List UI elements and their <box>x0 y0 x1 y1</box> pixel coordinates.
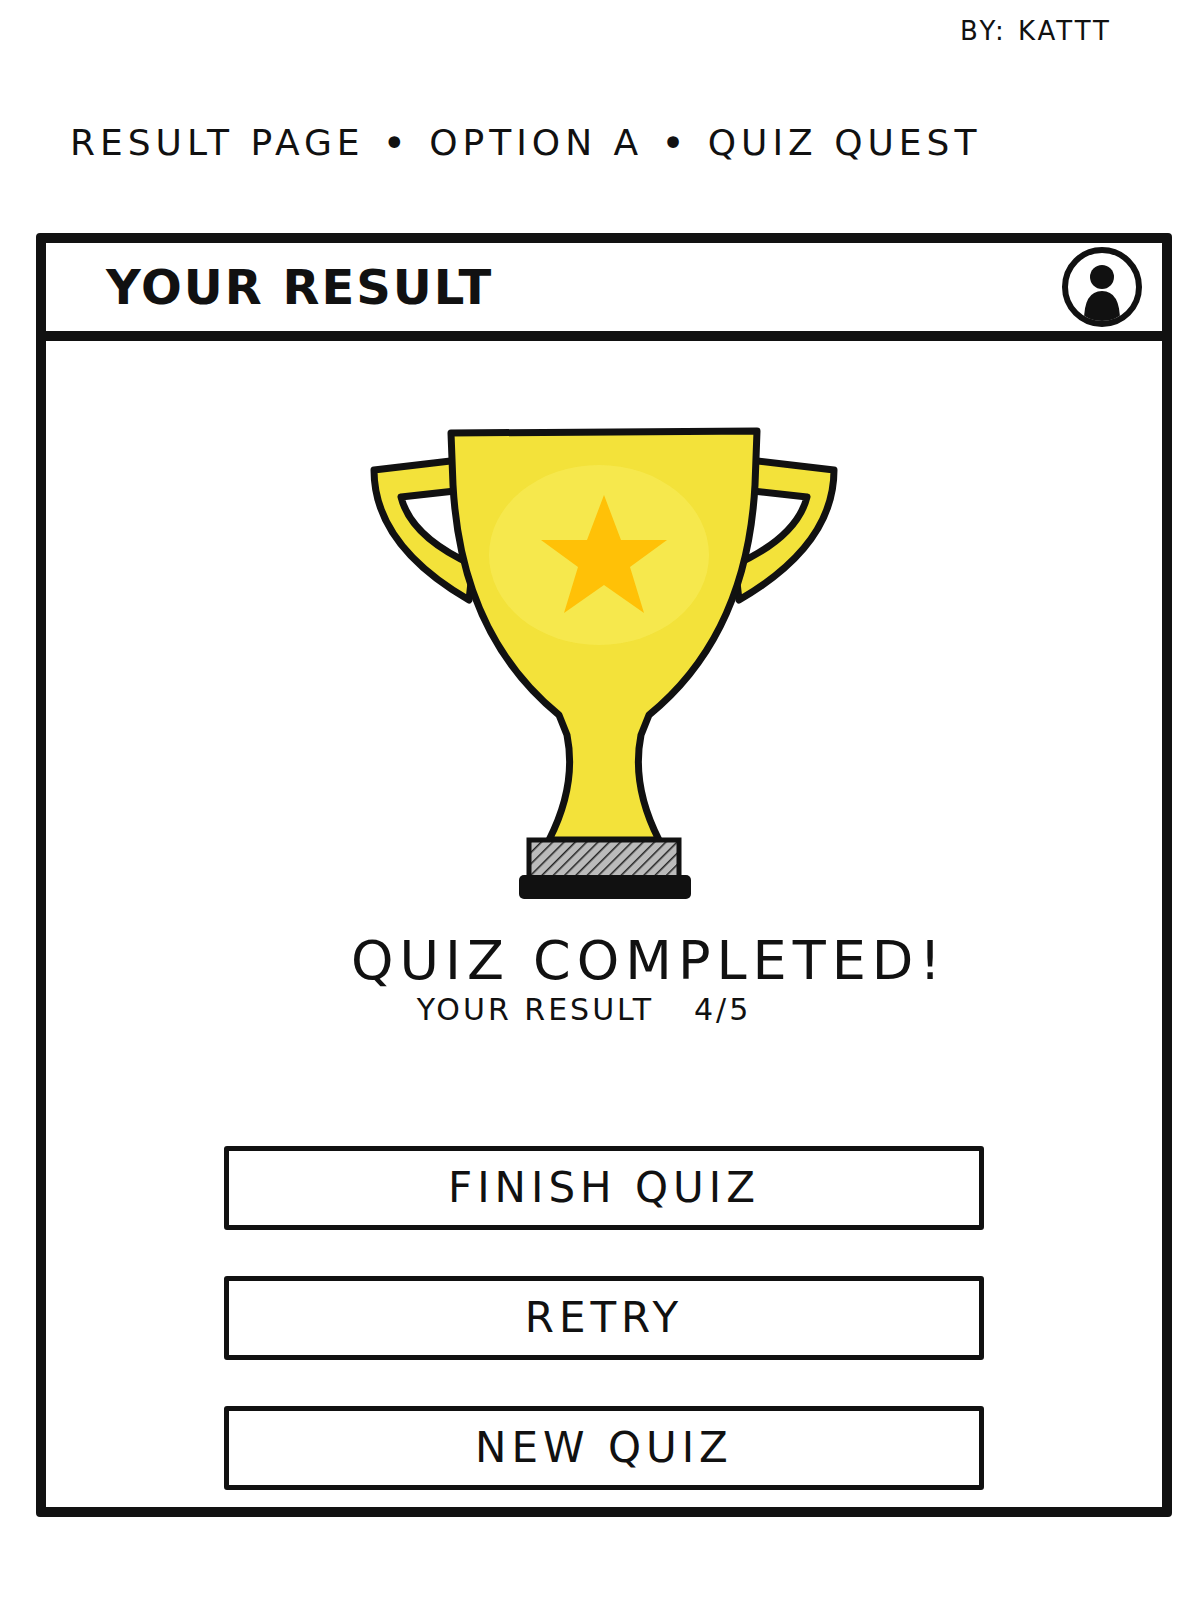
author-row: BY: KATTT <box>0 0 1200 51</box>
title-bar: YOUR RESULT <box>46 243 1162 341</box>
button-group: FINISH QUIZ RETRY NEW QUIZ <box>224 1146 984 1490</box>
completion-message: QUIZ COMPLETED! <box>351 930 947 992</box>
retry-button[interactable]: RETRY <box>224 1276 984 1360</box>
window-title: YOUR RESULT <box>106 261 493 314</box>
heading-separator: • <box>383 119 412 167</box>
result-window: YOUR RESULTQUIZ COMPLETED!YOUR RESULT4/5… <box>36 233 1172 1517</box>
page-heading: RESULT PAGE • OPTION A • QUIZ QUEST <box>0 51 1200 167</box>
heading-separator: • <box>661 119 690 167</box>
user-icon[interactable] <box>1062 247 1142 327</box>
finish-quiz-button[interactable]: FINISH QUIZ <box>224 1146 984 1230</box>
score-value: 4/5 <box>694 992 751 1027</box>
trophy-icon <box>369 425 839 910</box>
score-line: YOUR RESULT 4/5 <box>417 992 752 1028</box>
heading-part: RESULT PAGE <box>70 121 365 164</box>
score-label: YOUR RESULT <box>417 992 654 1027</box>
result-body: QUIZ COMPLETED!YOUR RESULT 4/5 FINISH QUIZ… <box>46 341 1162 1507</box>
author-label: BY: KATTT <box>960 0 1200 51</box>
new-quiz-button[interactable]: NEW QUIZ <box>224 1406 984 1490</box>
heading-part: QUIZ QUEST <box>708 121 982 164</box>
heading-part: OPTION A <box>429 121 643 164</box>
